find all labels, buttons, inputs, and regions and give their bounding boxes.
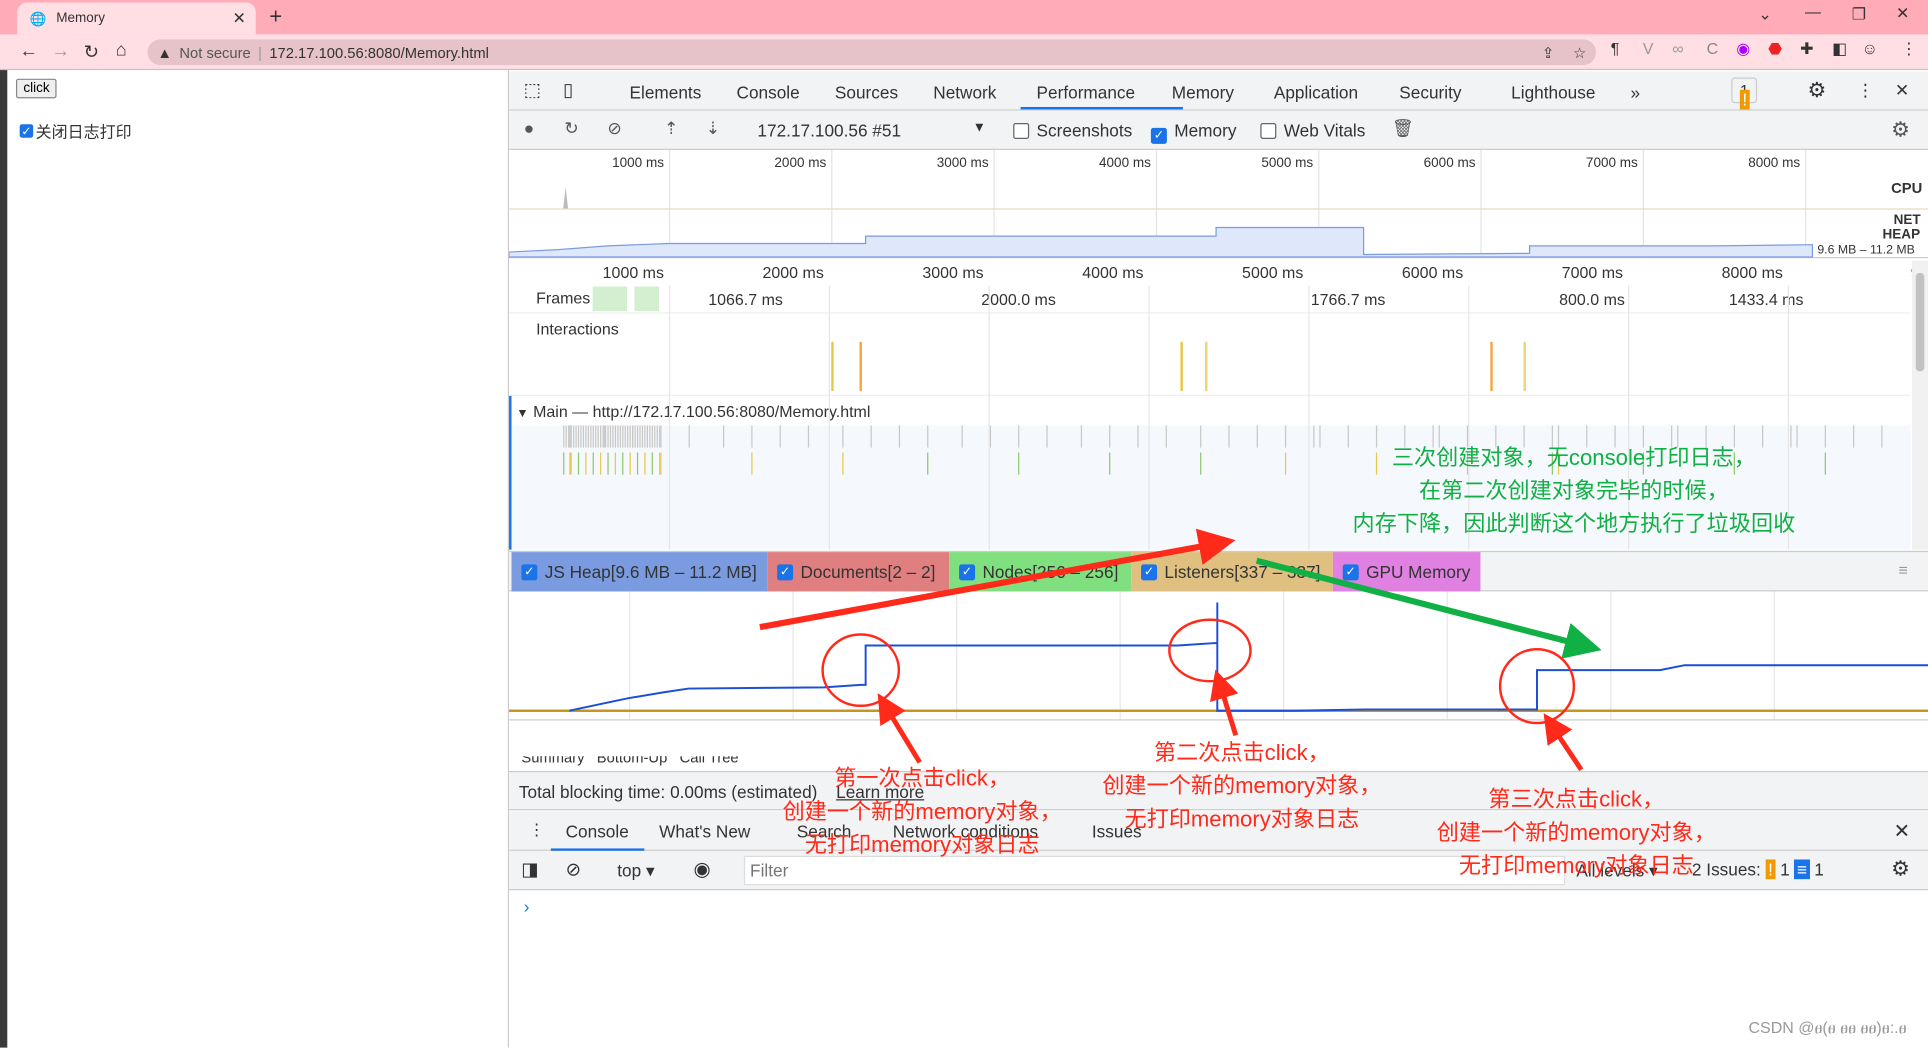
screen: 🌐 Memory ✕ + ⌄ — ❐ ✕ ← → ↻ ⌂ ▲ Not secur…: [0, 0, 1928, 1048]
annotation-line: 创建一个新的memory对象，: [782, 799, 1062, 824]
annotation-gc-note: 三次创建对象，无console打印日志， 在第二次创建对象完毕的时候， 内存下降，因…: [1328, 441, 1820, 541]
annotation-line: 第二次点击click，: [1153, 740, 1330, 765]
red-arrow: [759, 528, 1236, 631]
annotation-line: 第三次点击click，: [1488, 786, 1665, 812]
red-circle: [1498, 647, 1576, 725]
red-arrow: [1543, 713, 1584, 772]
annotation-line: 无打印memory对象日志: [1124, 806, 1360, 832]
red-circle: [821, 633, 901, 708]
annotation-line: 无打印memory对象日志: [804, 832, 1040, 858]
annotation-line: 无打印memory对象日志: [1458, 853, 1694, 878]
annotation-line: 三次创建对象，无console打印日志，: [1391, 445, 1756, 470]
red-arrow: [877, 693, 922, 764]
annotation-line: 在第二次创建对象完毕的时候，: [1418, 478, 1729, 503]
annotation-second-click: 第二次点击click， 创建一个新的memory对象， 无打印memory对象日志: [1082, 737, 1402, 837]
green-arrow: [1255, 557, 1602, 659]
annotation-third-click: 第三次点击click， 创建一个新的memory对象， 无打印memory对象日志: [1416, 783, 1736, 883]
annotation-line: 第一次点击click，: [834, 766, 1011, 791]
annotation-first-click: 第一次点击click， 创建一个新的memory对象， 无打印memory对象日志: [762, 762, 1082, 862]
annotation-line: 创建一个新的memory对象，: [1102, 773, 1382, 799]
annotation-line: 创建一个新的memory对象，: [1436, 820, 1716, 845]
watermark: CSDN @ፀ(ፀ ፀፀ ፀፀ)ፀ:.ፀ: [1748, 1018, 1907, 1037]
annotation-line: 内存下降，因此判断这个地方执行了垃圾回收: [1352, 511, 1796, 537]
red-circle: [1168, 618, 1252, 683]
red-arrow: [1210, 669, 1239, 737]
